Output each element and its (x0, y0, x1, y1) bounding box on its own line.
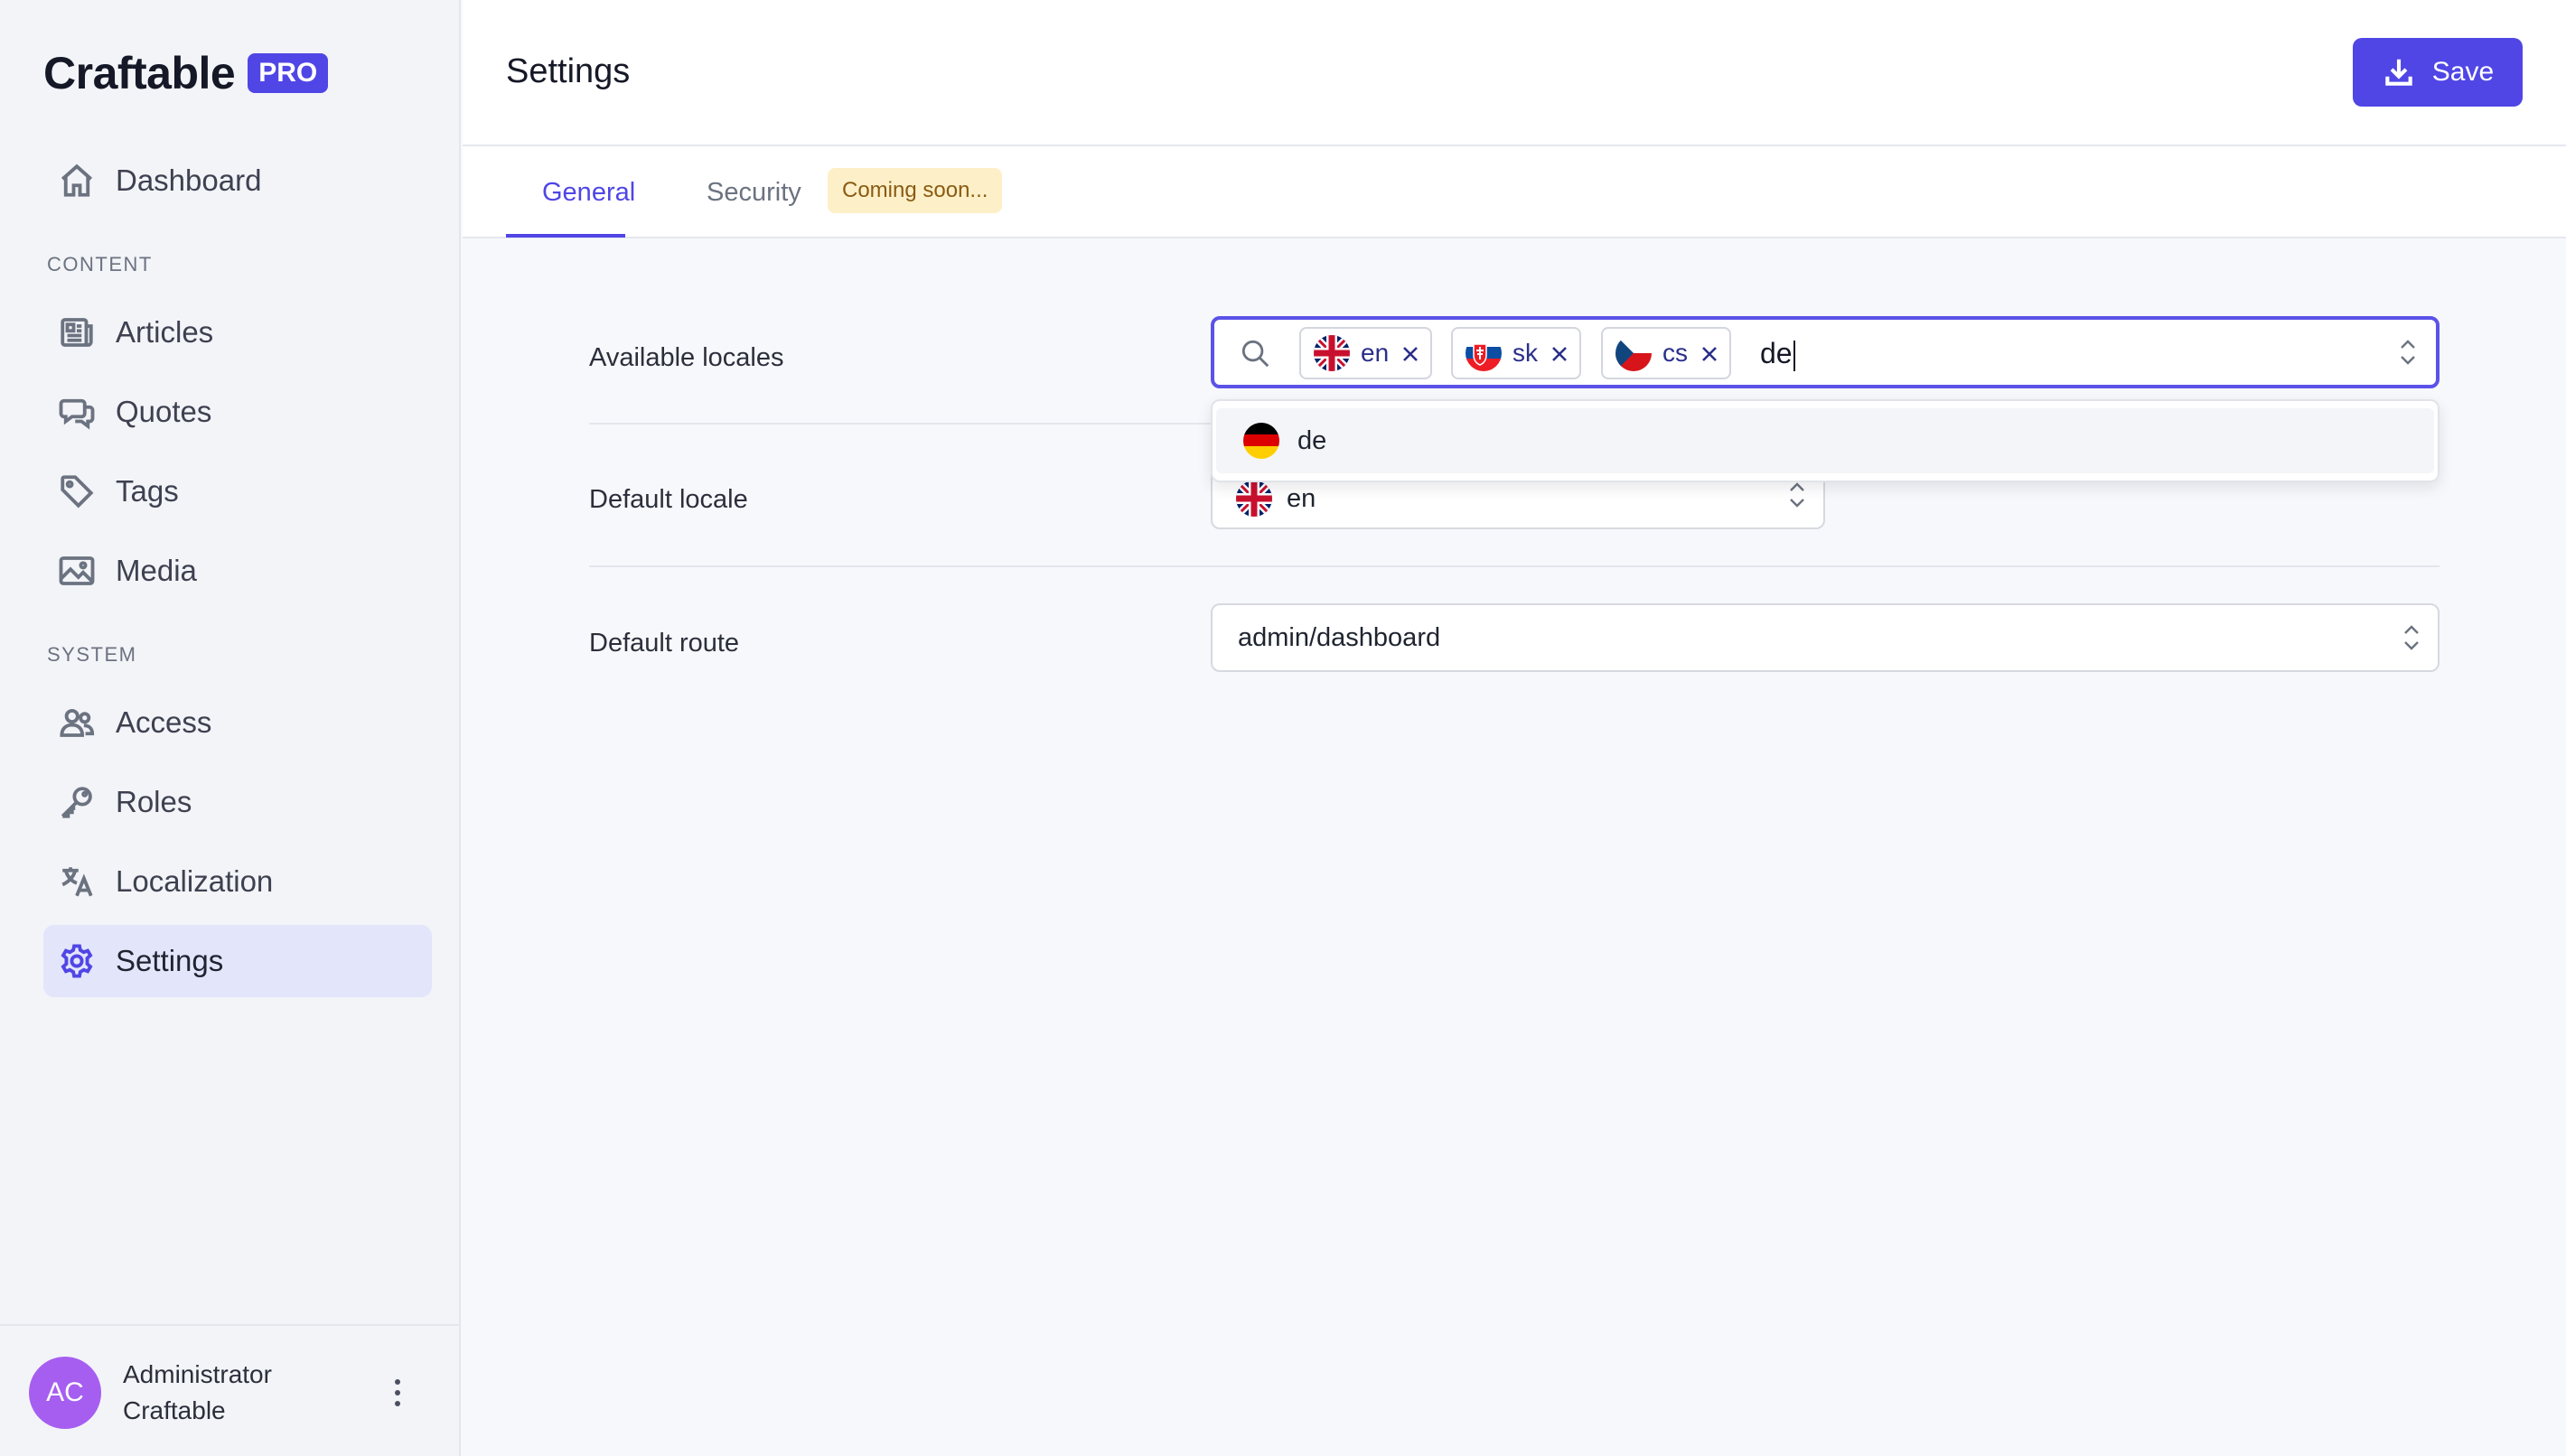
coming-soon-badge: Coming soon... (828, 168, 1003, 213)
locale-tag-label: cs (1662, 339, 1688, 367)
brand-logo[interactable]: Craftable PRO (43, 47, 329, 99)
locale-tag-label: sk (1512, 339, 1538, 367)
locale-tag-cs: cs (1601, 327, 1731, 379)
tab-general[interactable]: General (542, 146, 635, 238)
sidebar-item-articles[interactable]: Articles (43, 296, 432, 369)
gear-icon (61, 944, 93, 978)
chevron-up-down-icon[interactable] (2398, 336, 2418, 369)
default-locale-label: Default locale (589, 485, 748, 514)
brand-name: Craftable (43, 48, 236, 98)
save-button-label: Save (2431, 57, 2495, 87)
default-route-value: admin/dashboard (1238, 623, 1441, 652)
search-icon (1241, 340, 1269, 368)
tab-security[interactable]: Security (707, 146, 801, 238)
sidebar-item-label: Tags (116, 474, 179, 508)
sidebar-item-roles[interactable]: Roles (43, 766, 432, 838)
brand-badge: PRO (248, 53, 329, 93)
home-icon (61, 163, 93, 197)
locale-search-input[interactable]: de (1760, 332, 1795, 374)
sidebar-section-content: CONTENT (47, 253, 153, 275)
sidebar-item-media[interactable]: Media (43, 535, 432, 607)
sidebar-item-settings[interactable]: Settings (43, 925, 432, 997)
sidebar-item-label: Articles (116, 315, 214, 349)
more-options-icon[interactable] (383, 1371, 412, 1414)
available-locales-multiselect[interactable]: en sk cs de (1211, 316, 2440, 388)
newspaper-icon (61, 318, 93, 347)
default-route-label: Default route (589, 629, 740, 658)
tab-active-indicator (506, 234, 625, 238)
flag-cz-icon (1615, 335, 1652, 371)
chevron-up-down-icon[interactable] (2402, 621, 2421, 654)
download-icon (2385, 59, 2412, 86)
sidebar-item-label: Media (116, 554, 197, 587)
locale-tag-en: en (1299, 327, 1433, 379)
avatar[interactable]: AC (29, 1357, 101, 1429)
sidebar-item-label: Settings (116, 944, 224, 977)
sidebar-item-access[interactable]: Access (43, 686, 432, 759)
settings-tabs: General Security Coming soon... (463, 146, 2566, 238)
sidebar-item-label: Access (116, 705, 212, 739)
sidebar-item-label: Quotes (116, 395, 212, 428)
user-profile[interactable]: AC Administrator Craftable (0, 1324, 459, 1456)
sidebar-item-tags[interactable]: Tags (43, 455, 432, 527)
key-icon (61, 787, 92, 818)
user-name: Administrator Craftable (123, 1357, 272, 1429)
flag-de-icon (1243, 423, 1279, 459)
sidebar-item-label: Roles (116, 785, 192, 818)
users-icon (60, 708, 95, 737)
default-route-select[interactable]: admin/dashboard (1211, 603, 2440, 672)
sidebar-item-label: Localization (116, 864, 274, 898)
locale-tag-sk: sk (1451, 327, 1581, 379)
dropdown-option-de[interactable]: de (1216, 408, 2434, 473)
chat-bubbles-icon (59, 398, 95, 430)
user-last-name: Craftable (123, 1396, 226, 1424)
flag-gb-icon (1314, 335, 1350, 371)
locale-search-value: de (1760, 337, 1793, 369)
text-caret (1793, 340, 1795, 371)
locale-tag-label: en (1361, 339, 1390, 367)
available-locales-label: Available locales (589, 343, 784, 372)
flag-sk-icon (1466, 335, 1502, 371)
sidebar-item-quotes[interactable]: Quotes (43, 376, 432, 448)
user-first-name: Administrator (123, 1360, 272, 1388)
dropdown-option-label: de (1297, 425, 1327, 455)
default-locale-value: en (1236, 481, 1316, 517)
chevron-up-down-icon[interactable] (1787, 479, 1807, 511)
flag-gb-icon (1236, 481, 1272, 517)
save-button[interactable]: Save (2353, 38, 2523, 107)
image-icon (59, 556, 95, 585)
remove-tag-icon[interactable] (1699, 342, 1720, 364)
remove-tag-icon[interactable] (1400, 342, 1421, 364)
sidebar-item-localization[interactable]: Localization (43, 845, 432, 918)
sidebar-item-dashboard[interactable]: Dashboard (43, 145, 432, 217)
sidebar: Craftable PRO Dashboard CONTENT Articles… (0, 0, 461, 1456)
page-title: Settings (506, 52, 631, 90)
default-locale-text: en (1287, 483, 1316, 513)
tag-icon (61, 475, 94, 509)
form-divider (589, 565, 2440, 567)
page-header: Settings Save (463, 0, 2566, 146)
locale-dropdown: de (1211, 399, 2440, 482)
remove-tag-icon[interactable] (1549, 342, 1570, 364)
translate-icon (61, 867, 93, 897)
sidebar-item-label: Dashboard (116, 163, 262, 197)
sidebar-section-system: SYSTEM (47, 643, 137, 666)
